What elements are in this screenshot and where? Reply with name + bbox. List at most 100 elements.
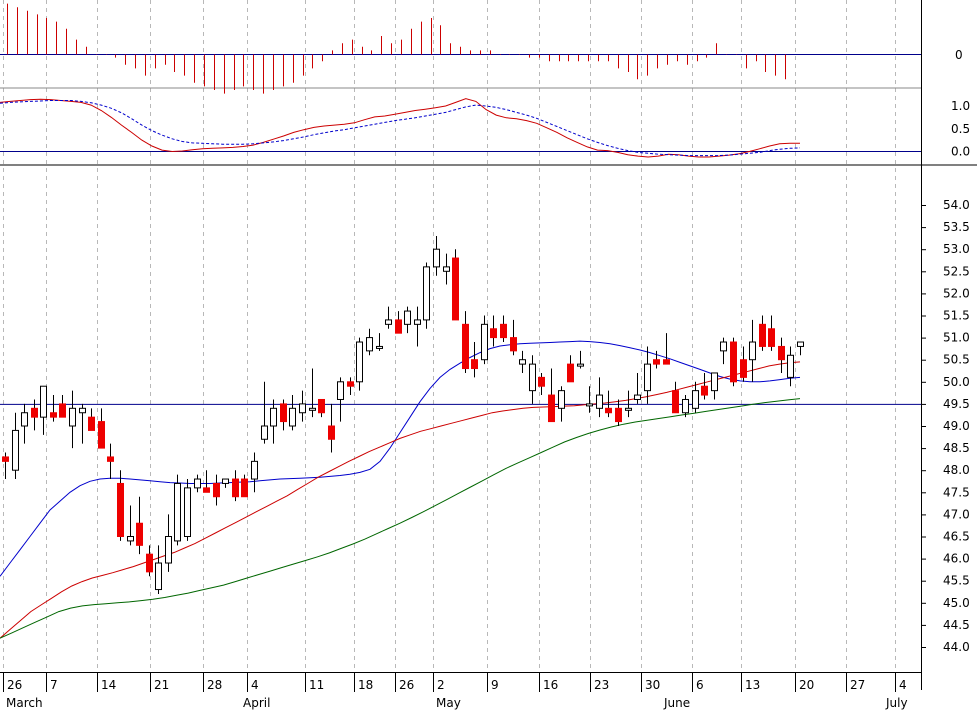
candle [213,482,220,498]
candle [194,478,201,489]
candle [21,412,28,427]
candle [759,323,766,347]
candle [232,478,239,498]
candle [625,407,632,411]
candle [289,407,296,427]
candle [347,381,354,387]
candle [40,385,47,418]
y-tick-label: 47.5 [943,485,970,499]
candle [366,337,373,352]
month-label: March [6,696,43,710]
y-tick-label: 51.5 [943,309,970,323]
y-tick-label: 52.5 [943,264,970,278]
y-tick-label: 45.5 [943,574,970,588]
candle [423,266,430,321]
candle [98,421,105,449]
stock-chart: 0 1.0 0.5 0.0 54.0 53.5 53.0 52.5 52.0 51.5 51.0 50… [0,0,977,710]
candle [50,412,57,418]
candle [222,478,229,484]
y-tick-label: 50.5 [943,353,970,367]
candle [672,390,679,414]
candle [663,359,670,365]
candle [720,341,727,352]
month-label: April [243,696,270,710]
candle [538,376,545,387]
candle [299,403,306,414]
candle [519,359,526,365]
candle [127,536,134,542]
x-tick-label: 16 [543,678,558,692]
axis-layer: 0 1.0 0.5 0.0 54.0 53.5 53.0 52.5 52.0 51.5 51.0 50… [3,48,970,710]
candle [452,257,459,321]
candle [596,394,603,409]
x-tick-label: 23 [594,678,609,692]
candle [740,359,747,378]
histogram-panel [0,3,921,94]
candle [634,394,641,400]
y-tick-label: 54.0 [943,198,970,212]
x-tick-label: 4 [251,678,259,692]
oscillator-panel [0,98,921,158]
y-tick-label: 44.0 [943,640,970,654]
candle [174,482,181,542]
candle [136,522,143,546]
candle [184,487,191,538]
moving-average-line [0,340,801,577]
candle [692,390,699,409]
candle [155,562,162,591]
x-tick-label: 2 [437,678,445,692]
x-tick-label: 26 [399,678,414,692]
candle [682,398,689,414]
candle [605,407,612,414]
y-tick-label: 48.0 [943,463,970,477]
candle [644,363,651,392]
y-tick-label: 49.5 [943,397,970,411]
y-tick-label: 46.5 [943,530,970,544]
candle [117,482,124,537]
candle [12,429,19,471]
candle [490,328,497,339]
candle [577,363,584,367]
y-tick-label: 53.5 [943,220,970,234]
x-tick-label: 4 [899,678,907,692]
candle [797,341,804,347]
frame-layer [0,0,977,690]
candle [615,407,622,423]
x-tick-label: 28 [207,678,222,692]
candle [414,319,421,325]
x-tick-label: 6 [696,678,704,692]
candle [481,323,488,361]
candle [69,407,76,427]
x-tick-label: 30 [645,678,660,692]
x-tick-label: 9 [491,678,499,692]
oscillator-line [0,98,800,158]
x-tick-label: 21 [154,678,169,692]
x-tick-label: 18 [358,678,373,692]
candle [107,456,114,462]
x-tick-label: 11 [309,678,324,692]
candle [376,345,383,349]
candle [404,310,411,325]
candle [653,359,660,365]
candle [548,394,555,423]
y-tick-label: 50.0 [943,375,970,389]
y-tick-label: 45.0 [943,596,970,610]
candle [309,407,316,411]
candle [443,266,450,272]
x-tick-label: 26 [7,678,22,692]
candle [701,385,708,396]
candle [586,403,593,407]
price-panel [0,235,921,639]
x-tick-label: 20 [799,678,814,692]
y-tick-label: 0.5 [951,122,970,136]
candle [270,407,277,427]
candle [165,536,172,564]
candle [510,337,517,352]
candle [768,328,775,347]
y-tick-label: 0.0 [951,145,970,159]
x-tick-label: 14 [101,678,116,692]
y-tick-label: 52.0 [943,286,970,300]
candle [462,323,469,370]
candle [59,403,66,418]
month-label: July [885,696,908,710]
